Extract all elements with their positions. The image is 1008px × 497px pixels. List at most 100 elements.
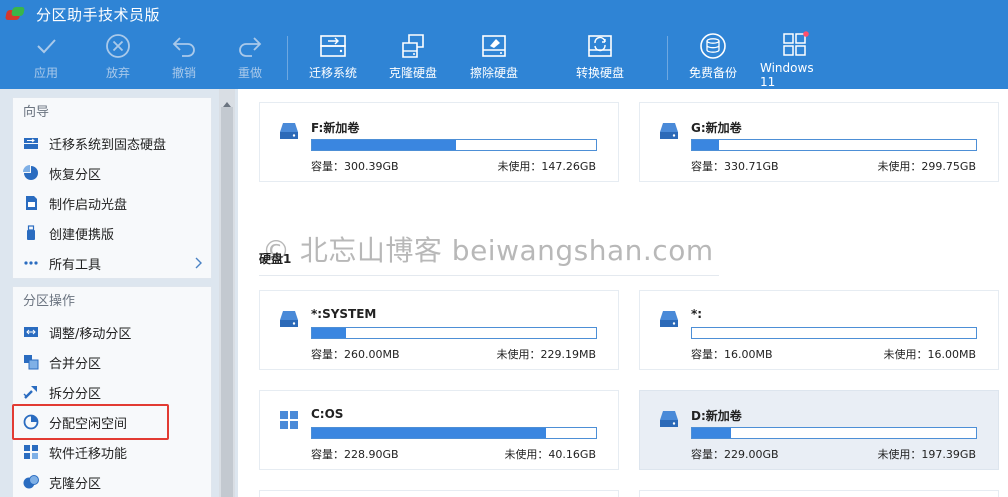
partition-name: *: <box>691 307 703 321</box>
sidebar-scrollbar[interactable] <box>219 89 235 497</box>
discard-icon <box>105 28 131 64</box>
sidebar-item-label: 拆分分区 <box>49 386 102 402</box>
usage-bar-fill <box>692 140 719 150</box>
partition-card-partial[interactable] <box>259 490 619 497</box>
drive-icon <box>659 410 679 432</box>
usage-bar <box>311 139 597 151</box>
check-icon <box>34 28 58 64</box>
undo-icon <box>171 28 197 64</box>
wipe-disk-button[interactable]: 擦除硬盘 <box>465 28 523 89</box>
free-space-text: 未使用：16.00MB <box>883 348 976 361</box>
convert-disk-button[interactable]: 转换硬盘 <box>570 28 630 89</box>
drive-icon <box>279 122 299 144</box>
wipe-disk-label: 擦除硬盘 <box>469 66 518 80</box>
discard-button[interactable]: 放弃 <box>96 28 140 89</box>
migrate-os-button[interactable]: 迁移系统 <box>304 28 362 89</box>
convert-disk-label: 转换硬盘 <box>575 66 624 80</box>
drive-icon <box>659 310 679 332</box>
apply-label: 应用 <box>33 66 58 80</box>
clone-disk-button[interactable]: 克隆硬盘 <box>384 28 442 89</box>
sidebar-item-app-mover[interactable]: 软件迁移功能 <box>13 437 211 467</box>
sidebar-item-bootable-media[interactable]: 制作启动光盘 <box>13 188 211 218</box>
partition-card-f[interactable]: F:新加卷 容量：300.39GB 未使用：147.26GB <box>259 102 619 182</box>
convert-disk-icon <box>586 28 614 64</box>
wipe-disk-icon <box>480 28 508 64</box>
wizard-panel: 向导 迁移系统到固态硬盘 恢复分区 制作启动光盘 创建便携版 所有工具 <box>12 97 212 279</box>
annotation-highlight-box <box>12 404 169 440</box>
usage-bar <box>311 327 597 339</box>
free-backup-label: 免费备份 <box>688 66 737 80</box>
capacity-text: 容量：228.90GB <box>311 448 399 461</box>
windows11-button[interactable]: Windows 11 <box>760 28 830 89</box>
free-backup-button[interactable]: 免费备份 <box>684 28 742 89</box>
partition-ops-panel: 分区操作 调整/移动分区 合并分区 拆分分区 分配空闲空间 软件迁移功能 克隆分… <box>12 286 212 497</box>
app-logo-icon <box>4 6 26 22</box>
merge-partition-icon <box>23 354 39 370</box>
partition-ops-heading: 分区操作 <box>23 294 76 309</box>
clone-disk-label: 克隆硬盘 <box>388 66 437 80</box>
discard-label: 放弃 <box>105 66 130 80</box>
redo-label: 重做 <box>237 66 262 80</box>
partition-card-c[interactable]: C:OS 容量：228.90GB 未使用：40.16GB <box>259 390 619 470</box>
capacity-text: 容量：300.39GB <box>311 160 399 173</box>
toolbar-separator <box>287 36 288 80</box>
usage-bar-fill <box>312 428 547 438</box>
sidebar-scroll-thumb[interactable] <box>221 107 233 497</box>
partition-card-msr[interactable]: *: 容量：16.00MB 未使用：16.00MB <box>639 290 999 370</box>
redo-button[interactable]: 重做 <box>228 28 272 89</box>
all-tools-icon <box>23 255 39 271</box>
partition-name: *:SYSTEM <box>311 307 377 321</box>
capacity-text: 容量：229.00GB <box>691 448 779 461</box>
partition-card-partial[interactable] <box>639 490 999 497</box>
usage-bar <box>691 139 977 151</box>
windows11-label: Windows 11 <box>760 61 814 89</box>
sidebar-item-label: 软件迁移功能 <box>49 446 128 462</box>
sidebar-item-all-tools[interactable]: 所有工具 <box>13 248 211 278</box>
migrate-os-icon <box>319 28 347 64</box>
sidebar-item-resize-move[interactable]: 调整/移动分区 <box>13 317 211 347</box>
sidebar-item-split[interactable]: 拆分分区 <box>13 377 211 407</box>
disk-divider <box>259 275 719 276</box>
sidebar-item-migrate-ssd[interactable]: 迁移系统到固态硬盘 <box>13 128 211 158</box>
apply-button[interactable]: 应用 <box>24 28 68 89</box>
sidebar-item-label: 合并分区 <box>49 356 102 372</box>
sidebar-item-recover-partition[interactable]: 恢复分区 <box>13 158 211 188</box>
free-space-text: 未使用：40.16GB <box>504 448 596 461</box>
chevron-right-icon <box>193 256 203 274</box>
sidebar-item-portable[interactable]: 创建便携版 <box>13 218 211 248</box>
sidebar-item-label: 创建便携版 <box>49 227 115 243</box>
wizard-heading: 向导 <box>23 105 50 120</box>
partition-name: F:新加卷 <box>311 121 360 135</box>
undo-label: 撤销 <box>171 66 196 80</box>
disk-label: 硬盘1 <box>259 252 292 266</box>
partition-name: D:新加卷 <box>691 409 742 423</box>
title-bar: 分区助手技术员版 <box>0 0 1008 28</box>
sidebar-item-merge[interactable]: 合并分区 <box>13 347 211 377</box>
toolbar-separator <box>667 36 668 80</box>
capacity-text: 容量：16.00MB <box>691 348 773 361</box>
free-backup-icon <box>699 28 727 64</box>
drive-icon <box>659 122 679 144</box>
app-title: 分区助手技术员版 <box>36 5 161 24</box>
watermark-text: © 北忘山博客 beiwangshan.com <box>262 234 714 267</box>
usage-bar-fill <box>312 328 346 338</box>
sidebar-item-clone-partition[interactable]: 克隆分区 <box>13 467 211 497</box>
undo-button[interactable]: 撤销 <box>162 28 206 89</box>
drive-icon <box>279 310 299 332</box>
sidebar-item-label: 制作启动光盘 <box>49 197 128 213</box>
capacity-text: 容量：260.00MB <box>311 348 400 361</box>
partition-card-d[interactable]: D:新加卷 容量：229.00GB 未使用：197.39GB <box>639 390 999 470</box>
sidebar-item-label: 恢复分区 <box>49 167 102 183</box>
partition-card-system[interactable]: *:SYSTEM 容量：260.00MB 未使用：229.19MB <box>259 290 619 370</box>
partition-card-g[interactable]: G:新加卷 容量：330.71GB 未使用：299.75GB <box>639 102 999 182</box>
portable-usb-icon <box>23 225 39 241</box>
resize-move-icon <box>23 324 39 340</box>
split-partition-icon <box>23 384 39 400</box>
app-mover-icon <box>23 444 39 460</box>
sidebar-item-label: 调整/移动分区 <box>49 326 132 342</box>
sidebar-item-label: 所有工具 <box>49 257 102 273</box>
migrate-ssd-icon <box>23 135 39 151</box>
migrate-os-label: 迁移系统 <box>308 66 357 80</box>
clone-partition-icon <box>23 474 39 490</box>
free-space-text: 未使用：229.19MB <box>496 348 596 361</box>
